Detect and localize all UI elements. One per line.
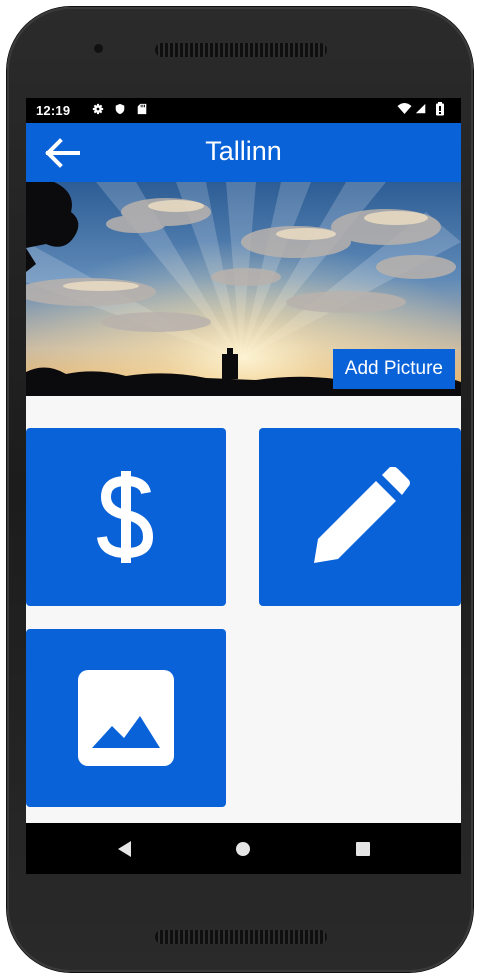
top-speaker xyxy=(155,43,327,57)
sd-card-icon xyxy=(137,103,147,115)
cell-signal-icon xyxy=(415,103,426,114)
hero-image: Add Picture xyxy=(26,182,461,396)
money-tile[interactable] xyxy=(26,428,226,606)
screen: 12:19 Tallinn Add Picture xyxy=(26,98,461,874)
front-camera xyxy=(94,44,103,53)
home-circle-icon[interactable] xyxy=(230,836,256,862)
back-triangle-icon[interactable] xyxy=(111,836,137,862)
edit-tile[interactable] xyxy=(259,428,461,606)
gallery-tile[interactable] xyxy=(26,629,226,807)
status-time: 12:19 xyxy=(36,103,71,118)
pencil-icon xyxy=(314,467,410,563)
app-bar: Tallinn xyxy=(26,123,461,182)
system-nav-bar xyxy=(26,823,461,874)
gear-icon xyxy=(92,103,104,115)
page-title: Tallinn xyxy=(205,136,282,166)
wifi-icon xyxy=(397,103,412,114)
bottom-speaker xyxy=(155,930,327,944)
battery-icon xyxy=(436,102,444,116)
status-bar: 12:19 xyxy=(26,98,461,123)
image-icon xyxy=(78,670,174,766)
add-picture-button[interactable]: Add Picture xyxy=(332,349,455,389)
shield-icon xyxy=(115,103,125,115)
recents-square-icon[interactable] xyxy=(350,836,376,862)
dollar-icon xyxy=(97,471,154,563)
